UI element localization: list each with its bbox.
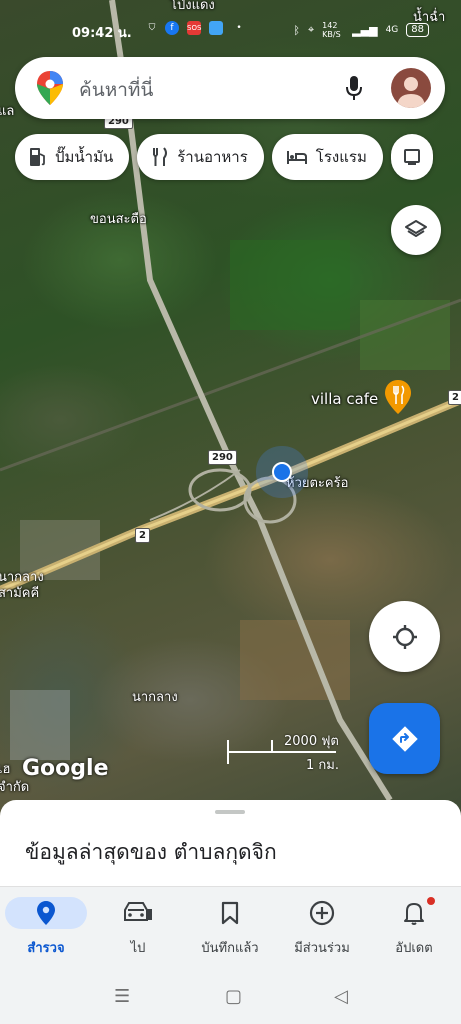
back-button[interactable]: ◁	[334, 986, 348, 1007]
layers-button[interactable]	[391, 205, 441, 255]
place-marker-villa-cafe[interactable]	[385, 380, 411, 418]
nav-explore[interactable]: สำรวจ	[0, 887, 92, 967]
nav-label: อัปเดต	[395, 941, 433, 956]
shopping-icon	[403, 149, 420, 165]
battery-indicator: 88	[406, 23, 429, 37]
bluetooth-icon: ᛒ	[293, 23, 300, 37]
car-icon	[124, 902, 152, 921]
contribute-icon	[309, 900, 335, 926]
chip-label: โรงแรม	[315, 148, 367, 166]
net-speed: 142 KB/S	[322, 21, 341, 39]
nav-go[interactable]: ไป	[92, 887, 184, 967]
google-maps-logo-icon	[37, 71, 63, 105]
nav-label: มีส่วนร่วม	[294, 941, 350, 956]
recents-button[interactable]: ☰	[114, 986, 130, 1007]
nav-icon-wrap	[373, 897, 455, 929]
chip-label: ร้านอาหาร	[177, 148, 248, 166]
chip-hotel[interactable]: โรงแรม	[271, 134, 383, 180]
system-navigation-bar: ☰ ▢ ◁	[0, 966, 461, 1024]
map-label-pong-daeng: โป่งแดง	[170, 0, 215, 13]
nav-label: บันทึกแล้ว	[201, 941, 259, 956]
scale-feet: 2000 ฟุต	[284, 734, 339, 749]
bottom-navigation: สำรวจ ไป บันทึกแล้ว มีส่วนร่วม อัปเดต	[0, 886, 461, 966]
bell-icon	[404, 903, 424, 925]
map-view[interactable]: โป่งแดง น้ำฉ่ำ แล ขอนสะตือ ห้วยตะคร้อ นา…	[0, 0, 461, 830]
search-bar[interactable]: ค้นหาที่นี่	[15, 57, 445, 119]
chip-more[interactable]	[390, 134, 433, 180]
category-chips: ปั๊มน้ำมัน ร้านอาหาร โรงแรม	[15, 134, 433, 180]
nav-icon-wrap	[97, 897, 179, 929]
nav-label: สำรวจ	[27, 941, 65, 956]
route-shield-2-left: 2	[135, 528, 150, 543]
signal-icon: ▂▄▆	[352, 23, 378, 37]
avatar[interactable]	[391, 68, 431, 108]
home-button[interactable]: ▢	[225, 986, 242, 1007]
nav-label: ไป	[130, 941, 146, 956]
map-label-sam-khi: สามัคคี	[0, 586, 40, 601]
nav-contribute[interactable]: มีส่วนร่วม	[276, 887, 368, 967]
status-time: 09:42 น.	[72, 26, 132, 41]
nav-icon-wrap	[189, 897, 271, 929]
directions-button[interactable]	[369, 703, 440, 774]
chip-restaurant[interactable]: ร้านอาหาร	[137, 134, 264, 180]
directions-icon	[391, 725, 418, 752]
app-notification-icon	[209, 21, 223, 35]
map-label-khon-sa-tue: ขอนสะตือ	[90, 212, 147, 227]
nav-icon-wrap	[5, 897, 87, 929]
sos-icon: SOS	[187, 21, 201, 35]
place-label-villa-cafe[interactable]: villa cafe	[311, 390, 378, 408]
status-bar: 09:42 น. ⛉ f SOS • ᛒ ⌖ 142 KB/S ▂▄▆ 4G 8…	[0, 18, 461, 44]
route-shield-2-right: 2	[448, 390, 461, 405]
user-avatar-icon	[397, 77, 425, 108]
gas-station-icon	[30, 148, 45, 166]
facebook-icon: f	[165, 21, 179, 35]
bookmark-icon	[221, 901, 239, 925]
notification-dot	[427, 897, 435, 905]
hotel-icon	[286, 151, 307, 164]
layers-icon	[405, 220, 427, 237]
google-logo: Google	[22, 756, 109, 781]
explore-pin-icon	[37, 901, 55, 925]
search-input[interactable]: ค้นหาที่นี่	[79, 75, 153, 105]
nav-icon-wrap	[281, 897, 363, 929]
map-label-huai-ta-khro: ห้วยตะคร้อ	[286, 476, 349, 491]
route-shield-290-mid: 290	[208, 450, 237, 465]
restaurant-icon	[153, 147, 168, 166]
network-type: 4G	[385, 25, 399, 35]
scale-km: 1 กม.	[306, 758, 339, 773]
shield-notification-icon: ⛉	[148, 23, 156, 33]
latest-info-sheet[interactable]: ข้อมูลล่าสุดของ ตำบลกุดจิก	[0, 800, 461, 890]
restaurant-pin-icon	[385, 380, 411, 414]
more-dot-icon: •	[236, 23, 242, 33]
chip-gas-station[interactable]: ปั๊มน้ำมัน	[15, 134, 130, 180]
sheet-drag-handle[interactable]	[215, 810, 245, 814]
location-status-icon: ⌖	[307, 23, 315, 36]
nav-updates[interactable]: อัปเดต	[368, 887, 460, 967]
crosshair-icon	[392, 624, 417, 649]
my-location-button[interactable]	[369, 601, 440, 672]
sheet-title: ข้อมูลล่าสุดของ ตำบลกุดจิก	[25, 840, 277, 864]
nav-saved[interactable]: บันทึกแล้ว	[184, 887, 276, 967]
map-label-left-edge: แล	[0, 104, 15, 119]
map-label-na-klang-town: นากลาง	[132, 690, 178, 705]
my-location-dot	[272, 462, 292, 482]
mic-icon[interactable]	[345, 75, 363, 101]
chip-label: ปั๊มน้ำมัน	[55, 148, 114, 166]
